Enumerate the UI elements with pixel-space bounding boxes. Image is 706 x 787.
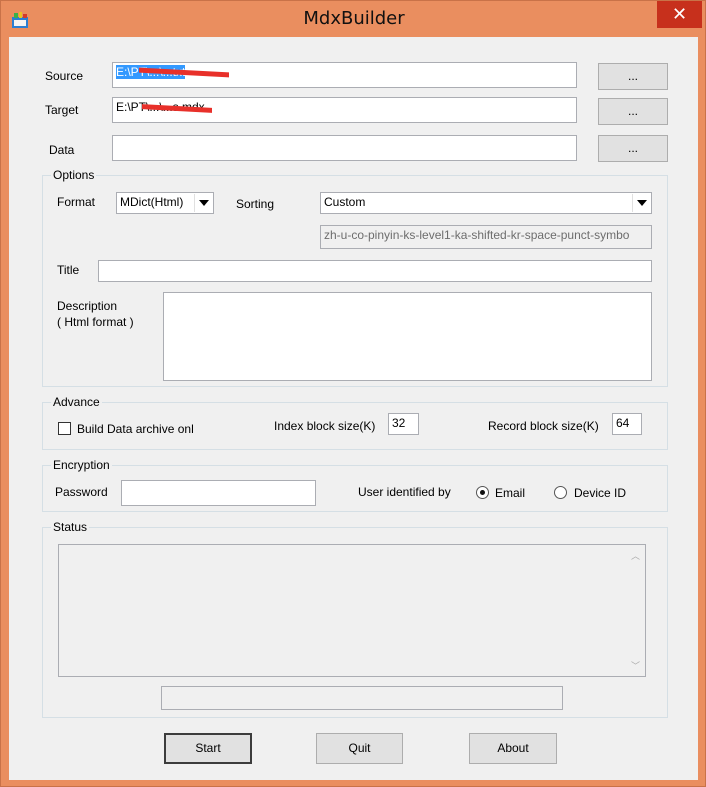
build-data-checkbox[interactable]: [58, 422, 71, 435]
about-button[interactable]: About: [469, 733, 557, 764]
mdxbuilder-window: MdxBuilder ✕ Source E:\PT\...\...txt ...…: [0, 0, 706, 787]
quit-button[interactable]: Quit: [316, 733, 403, 764]
options-group: Options Format MDict(Html) Sorting Custo…: [42, 168, 668, 387]
data-input[interactable]: [112, 135, 577, 161]
index-block-label: Index block size(K): [274, 419, 376, 433]
chevron-down-icon: [194, 194, 212, 212]
build-data-label: Build Data archive onl: [77, 422, 194, 436]
sorting-select[interactable]: Custom: [320, 192, 652, 214]
data-browse-button[interactable]: ...: [598, 135, 668, 162]
title-bar[interactable]: MdxBuilder ✕: [1, 1, 706, 37]
format-value: MDict(Html): [120, 195, 184, 209]
source-browse-button[interactable]: ...: [598, 63, 668, 90]
password-input[interactable]: [121, 480, 316, 506]
progress-bar: [161, 686, 563, 710]
advance-group-title: Advance: [51, 395, 102, 409]
device-id-radio-label: Device ID: [574, 486, 627, 500]
description-format-note: ( Html format ): [57, 315, 134, 329]
data-label: Data: [49, 143, 75, 157]
user-identified-label: User identified by: [358, 485, 451, 499]
source-label: Source: [45, 69, 84, 83]
encryption-group: Encryption Password User identified by E…: [42, 458, 668, 512]
client-area: Source E:\PT\...\...txt ... Target E:\PT…: [9, 37, 698, 780]
email-radio-label: Email: [495, 486, 526, 500]
description-textarea[interactable]: [163, 292, 652, 381]
record-block-label: Record block size(K): [488, 419, 599, 433]
sorting-value: Custom: [324, 195, 366, 209]
scroll-up-icon[interactable]: ︿: [631, 549, 641, 562]
status-log[interactable]: ︿ ﹀: [58, 544, 646, 677]
scroll-down-icon[interactable]: ﹀: [631, 659, 641, 672]
encryption-group-title: Encryption: [51, 458, 112, 472]
target-label: Target: [45, 103, 79, 117]
advance-group: Advance Build Data archive onl Index blo…: [42, 395, 668, 450]
source-input[interactable]: E:\PT\...\...txt: [112, 62, 577, 88]
title-label: Title: [57, 263, 80, 277]
start-button[interactable]: Start: [164, 733, 252, 764]
format-select[interactable]: MDict(Html): [116, 192, 214, 214]
chevron-down-icon: [632, 194, 650, 212]
password-label: Password: [55, 485, 108, 499]
format-label: Format: [57, 195, 96, 209]
close-button[interactable]: ✕: [657, 1, 702, 28]
options-group-title: Options: [51, 168, 97, 182]
collation-input: zh-u-co-pinyin-ks-level1-ka-shifted-kr-s…: [320, 225, 652, 249]
index-block-input[interactable]: 32: [388, 413, 419, 435]
title-input[interactable]: [98, 260, 652, 282]
target-browse-button[interactable]: ...: [598, 98, 668, 125]
status-group: Status ︿ ﹀: [42, 520, 668, 718]
description-label: Description: [57, 299, 118, 313]
record-block-input[interactable]: 64: [612, 413, 642, 435]
device-id-radio[interactable]: [554, 486, 567, 499]
window-title: MdxBuilder: [303, 8, 405, 29]
close-icon: ✕: [671, 4, 688, 25]
sorting-label: Sorting: [236, 197, 275, 211]
email-radio[interactable]: [476, 486, 489, 499]
status-group-title: Status: [51, 520, 90, 534]
